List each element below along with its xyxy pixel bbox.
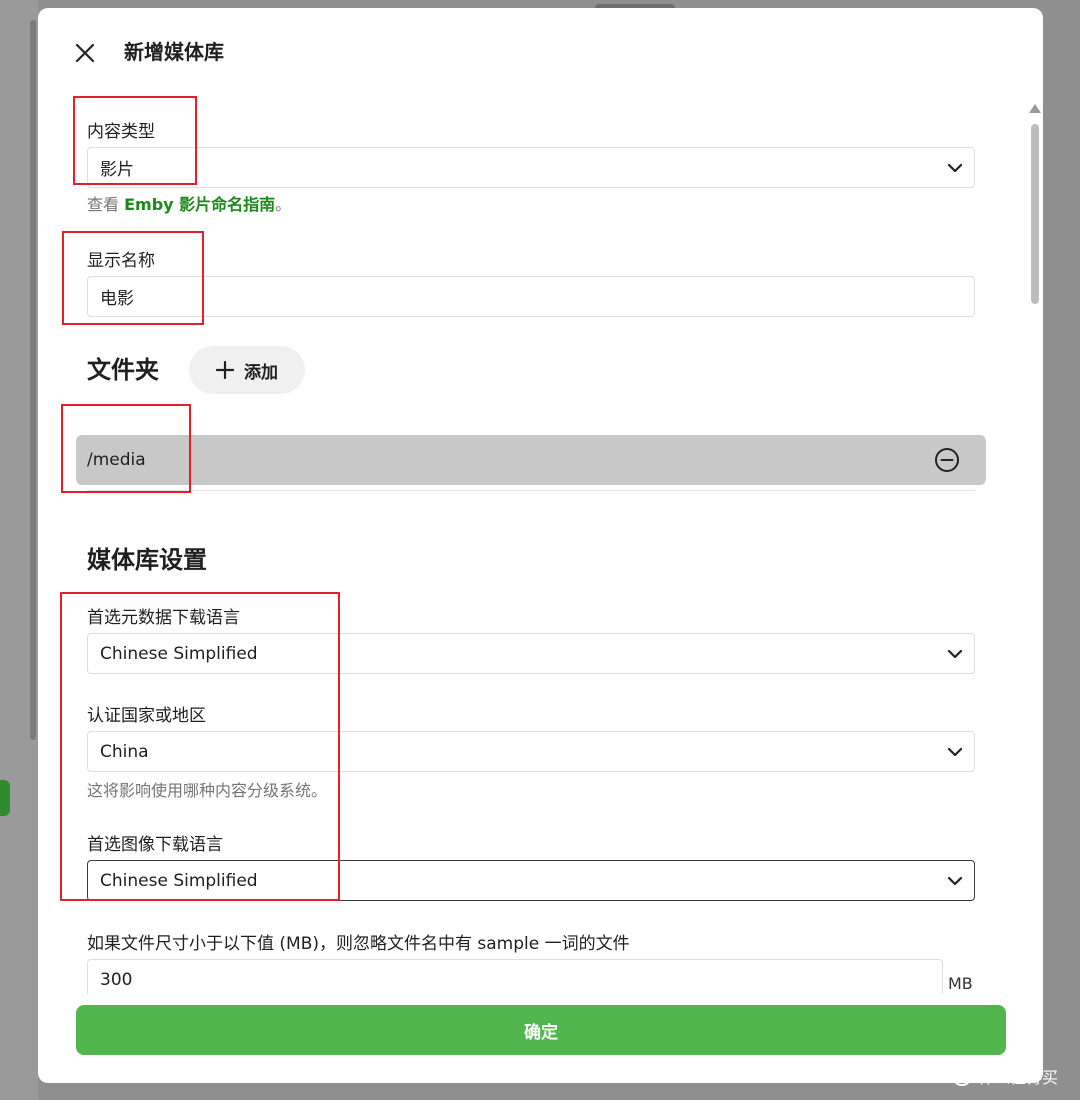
add-library-dialog: 新增媒体库 内容类型 影片 查看 Emby 影片命名指南。 显示名称 电影 文件… — [38, 8, 1043, 1083]
country-label: 认证国家或地区 — [87, 706, 206, 726]
sample-size-value: 300 — [100, 970, 133, 990]
scroll-up-arrow-icon[interactable] — [1029, 104, 1041, 113]
background-scrollbar — [30, 20, 36, 740]
dialog-content: 内容类型 影片 查看 Emby 影片命名指南。 显示名称 电影 文件夹 添加 /… — [38, 94, 1028, 994]
folders-title: 文件夹 — [87, 356, 159, 384]
display-name-value: 电影 — [100, 289, 134, 309]
confirm-button[interactable]: 确定 — [76, 1005, 1006, 1055]
country-select[interactable]: China — [87, 731, 975, 772]
content-type-select[interactable]: 影片 — [87, 147, 975, 188]
library-settings-title: 媒体库设置 — [87, 546, 207, 574]
metadata-language-value: Chinese Simplified — [100, 643, 258, 664]
chevron-down-icon — [947, 876, 963, 886]
display-name-input[interactable]: 电影 — [87, 276, 975, 317]
country-value: China — [100, 741, 149, 762]
chevron-down-icon — [947, 747, 963, 757]
close-button[interactable] — [70, 38, 100, 68]
chevron-down-icon — [947, 649, 963, 659]
metadata-language-select[interactable]: Chinese Simplified — [87, 633, 975, 674]
content-type-label: 内容类型 — [87, 122, 155, 142]
sample-size-unit: MB — [948, 974, 973, 993]
content-type-hint: 查看 Emby 影片命名指南。 — [87, 195, 292, 214]
image-language-select[interactable]: Chinese Simplified — [87, 860, 975, 901]
sample-size-label: 如果文件尺寸小于以下值 (MB)，则忽略文件名中有 sample 一词的文件 — [87, 934, 630, 954]
remove-circle-icon[interactable] — [934, 447, 960, 473]
close-icon — [75, 43, 95, 63]
add-folder-label: 添加 — [244, 362, 278, 383]
display-name-label: 显示名称 — [87, 251, 155, 271]
country-hint: 这将影响使用哪种内容分级系统。 — [87, 781, 328, 800]
watermark-text: 什么值得买 — [978, 1068, 1059, 1087]
plus-icon — [216, 361, 234, 379]
background-sidebar — [0, 0, 38, 1100]
folder-item[interactable]: /media — [76, 435, 986, 485]
metadata-language-label: 首选元数据下载语言 — [87, 608, 240, 628]
dialog-scrollbar[interactable] — [1029, 104, 1041, 984]
watermark-logo-icon: 值 — [952, 1066, 972, 1086]
folder-divider — [87, 490, 975, 491]
chevron-down-icon — [947, 163, 963, 173]
image-language-label: 首选图像下载语言 — [87, 835, 223, 855]
sample-size-input[interactable]: 300 — [87, 959, 943, 994]
watermark: 值 什么值得买 — [952, 1064, 1058, 1088]
dialog-title: 新增媒体库 — [124, 40, 224, 64]
background-active-tab — [0, 780, 10, 816]
scroll-thumb[interactable] — [1031, 124, 1039, 304]
dialog-header: 新增媒体库 — [38, 8, 1043, 94]
folder-path: /media — [87, 450, 146, 470]
add-folder-button[interactable]: 添加 — [189, 346, 305, 394]
content-type-value: 影片 — [100, 160, 134, 180]
naming-guide-link[interactable]: Emby 影片命名指南 — [124, 195, 275, 214]
image-language-value: Chinese Simplified — [100, 870, 258, 891]
